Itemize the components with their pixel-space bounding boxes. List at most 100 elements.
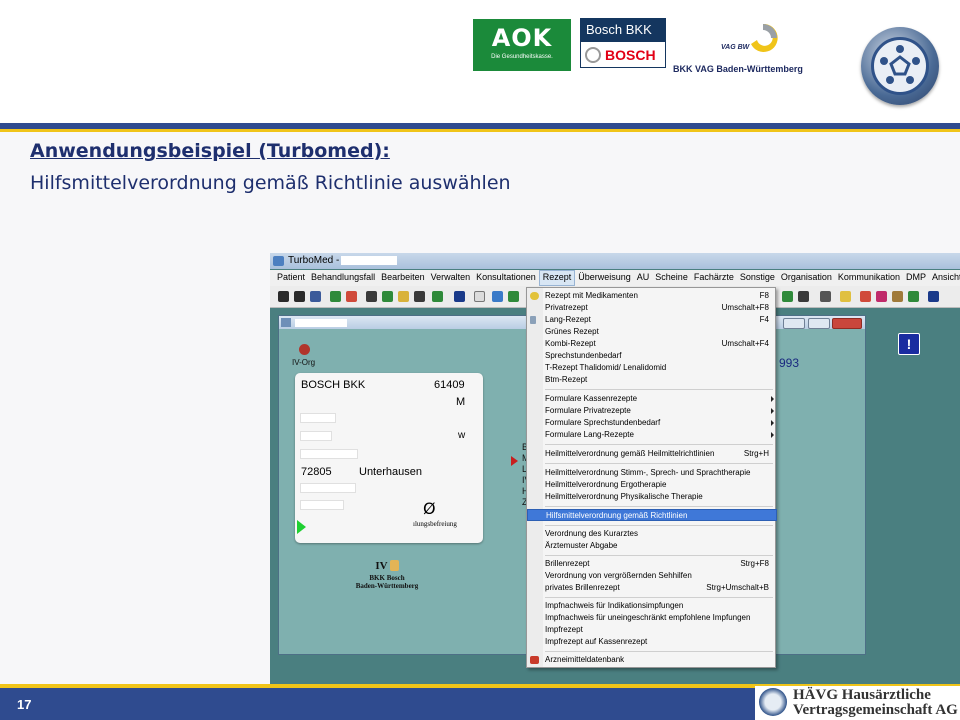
menu-item-heilmittel-ergotherapie[interactable]: Heilmittelverordnung Ergotherapie: [527, 479, 777, 491]
bosch-bkk-label: Bosch BKK: [580, 18, 666, 42]
toolbar-tool-icon[interactable]: [310, 291, 321, 302]
card-arrow-icon[interactable]: [297, 520, 306, 534]
toolbar-tool-icon[interactable]: [508, 291, 519, 302]
menu-ueberweisung[interactable]: Überweisung: [575, 270, 634, 286]
toolbar-tool-icon[interactable]: [782, 291, 793, 302]
menu-item-btm-rezept[interactable]: Btm-Rezept: [527, 374, 777, 386]
association-seal-logo: [861, 27, 939, 105]
redacted-field: [300, 413, 336, 423]
menu-scheine[interactable]: Scheine: [652, 270, 691, 286]
menu-bearbeiten[interactable]: Bearbeiten: [378, 270, 428, 286]
patient-icon[interactable]: [330, 291, 341, 302]
haevg-seal-icon: [759, 688, 787, 716]
toolbar-tool-icon[interactable]: [346, 291, 357, 302]
submenu-arrow-icon: [771, 432, 774, 438]
menu-sonstige[interactable]: Sonstige: [737, 270, 778, 286]
bkk-vag-logo: VAG BW BKK VAG Baden-Württemberg: [673, 20, 823, 76]
menu-ansicht[interactable]: Ansicht: [929, 270, 960, 286]
menu-item-formulare-kassenrezepte[interactable]: Formulare Kassenrezepte: [527, 393, 777, 405]
menu-item-heilmittel-sprachtherapie[interactable]: Heilmittelverordnung Stimm-, Sprech- und…: [527, 467, 777, 479]
menu-item-impfrezept-kasse[interactable]: Impfrezept auf Kassenrezept: [527, 636, 777, 648]
alert-button[interactable]: !: [898, 333, 920, 355]
menu-verwalten[interactable]: Verwalten: [428, 270, 474, 286]
menu-item-lang-rezept[interactable]: Lang-Rezept F4: [527, 314, 777, 326]
database-icon: [530, 656, 539, 664]
window-icon: [281, 318, 291, 327]
toolbar-tool-icon[interactable]: [492, 291, 503, 302]
toolbar-tool-icon[interactable]: [820, 291, 831, 302]
menu-dmp[interactable]: DMP: [903, 270, 929, 286]
close-button[interactable]: [832, 318, 862, 329]
toolbar-tool-icon[interactable]: [382, 291, 393, 302]
menu-item-brillenrezept[interactable]: Brillenrezept Strg+F8: [527, 558, 777, 570]
menu-separator: [545, 389, 773, 390]
insurance-card: BOSCH BKK 61409 M w 72805 Unterhausen Ø …: [295, 373, 483, 543]
menu-item-impfnachweis-empfohlen[interactable]: Impfnachweis für uneingeschränkt empfohl…: [527, 612, 777, 624]
menu-separator: [545, 555, 773, 556]
minimize-button[interactable]: [783, 318, 805, 329]
insurer-ik: 61409: [434, 379, 465, 391]
menu-item-gruenes-rezept[interactable]: Grünes Rezept: [527, 326, 777, 338]
maximize-button[interactable]: [808, 318, 830, 329]
submenu-arrow-icon: [771, 396, 774, 402]
menu-item-verordnung-kurarzt[interactable]: Verordnung des Kurarztes: [527, 528, 777, 540]
menu-rezept[interactable]: Rezept: [538, 270, 576, 286]
menu-item-heilmittel-physikalisch[interactable]: Heilmittelverordnung Physikalische Thera…: [527, 491, 777, 503]
iv-stamp: IV BKK Bosch Baden-Württemberg: [347, 556, 427, 600]
vag-swirl-icon: [751, 23, 778, 52]
menu-patient[interactable]: Patient: [274, 270, 308, 286]
menu-item-rezept-medikamente[interactable]: Rezept mit Medikamenten F8: [527, 290, 777, 302]
menu-organisation[interactable]: Organisation: [778, 270, 835, 286]
toolbar-tool-icon[interactable]: [432, 291, 443, 302]
toolbar-tool-icon[interactable]: [398, 291, 409, 302]
menu-item-aerztemuster[interactable]: Ärztemuster Abgabe: [527, 540, 777, 552]
toolbar-tool-icon[interactable]: [414, 291, 425, 302]
aok-logo-text: AOK: [491, 24, 553, 52]
back-icon[interactable]: [278, 291, 289, 302]
menu-item-formulare-privatrezepte[interactable]: Formulare Privatrezepte: [527, 405, 777, 417]
toolbar-tool-icon[interactable]: [876, 291, 887, 302]
menu-separator: [545, 444, 773, 445]
menu-separator: [545, 651, 773, 652]
app-title: TurboMed -: [288, 255, 340, 266]
menu-separator: [545, 525, 773, 526]
slide-subtitle: Hilfsmittelverordnung gemäß Richtlinie a…: [30, 172, 511, 194]
haevg-logo: HÄVG Hausärztliche Vertragsgemeinschaft …: [755, 686, 960, 720]
toolbar-tool-icon[interactable]: [840, 291, 851, 302]
toolbar-tool-icon[interactable]: [474, 291, 485, 302]
toolbar-tool-icon[interactable]: [366, 291, 377, 302]
page-number: 17: [17, 697, 32, 712]
app-titlebar: TurboMed -: [270, 253, 960, 269]
submenu-arrow-icon: [771, 408, 774, 414]
menu-fachaerzte[interactable]: Fachärzte: [691, 270, 737, 286]
menu-item-privatrezept[interactable]: Privatrezept Umschalt+F8: [527, 302, 777, 314]
menu-item-heilmittelverordnung-richtlinien[interactable]: Heilmittelverordnung gemäß Heilmittelric…: [527, 448, 777, 460]
menu-item-arzneimitteldatenbank[interactable]: Arzneimitteldatenbank: [527, 654, 777, 666]
people-circle-icon: [880, 45, 920, 84]
menu-item-hilfsmittelverordnung[interactable]: Hilfsmittelverordnung gemäß Richtlinien: [527, 509, 777, 521]
toolbar-tool-icon[interactable]: [860, 291, 871, 302]
menu-item-sehhilfen[interactable]: Verordnung von vergrößernden Sehhilfen: [527, 570, 777, 582]
menu-item-sprechstundenbedarf[interactable]: Sprechstundenbedarf: [527, 350, 777, 362]
menu-item-formulare-sprechstundenbedarf[interactable]: Formulare Sprechstundenbedarf: [527, 417, 777, 429]
forward-icon[interactable]: [294, 291, 305, 302]
menu-item-impfnachweis-indikation[interactable]: Impfnachweis für Indikationsimpfungen: [527, 600, 777, 612]
rezept-dropdown-menu: Rezept mit Medikamenten F8 Privatrezept …: [526, 287, 777, 668]
patient-city: Unterhausen: [359, 466, 422, 478]
toolbar-tool-icon[interactable]: [798, 291, 809, 302]
redacted-field: [300, 483, 356, 493]
menu-item-t-rezept[interactable]: T-Rezept Thalidomid/ Lenalidomid: [527, 362, 777, 374]
toolbar-tool-icon[interactable]: [928, 291, 939, 302]
toolbar-tool-icon[interactable]: [454, 291, 465, 302]
menu-item-kombi-rezept[interactable]: Kombi-Rezept Umschalt+F4: [527, 338, 777, 350]
toolbar-tool-icon[interactable]: [892, 291, 903, 302]
ivorg-status-icon[interactable]: [299, 344, 310, 355]
menu-au[interactable]: AU: [634, 270, 653, 286]
menu-konsultationen[interactable]: Konsultationen: [473, 270, 539, 286]
menu-item-formulare-lang-rezepte[interactable]: Formulare Lang-Rezepte: [527, 429, 777, 441]
menu-item-impfrezept[interactable]: Impfrezept: [527, 624, 777, 636]
toolbar-tool-icon[interactable]: [908, 291, 919, 302]
menu-behandlungsfall[interactable]: Behandlungsfall: [308, 270, 378, 286]
menu-kommunikation[interactable]: Kommunikation: [835, 270, 903, 286]
menu-item-privates-brillenrezept[interactable]: privates Brillenrezept Strg+Umschalt+B: [527, 582, 777, 594]
